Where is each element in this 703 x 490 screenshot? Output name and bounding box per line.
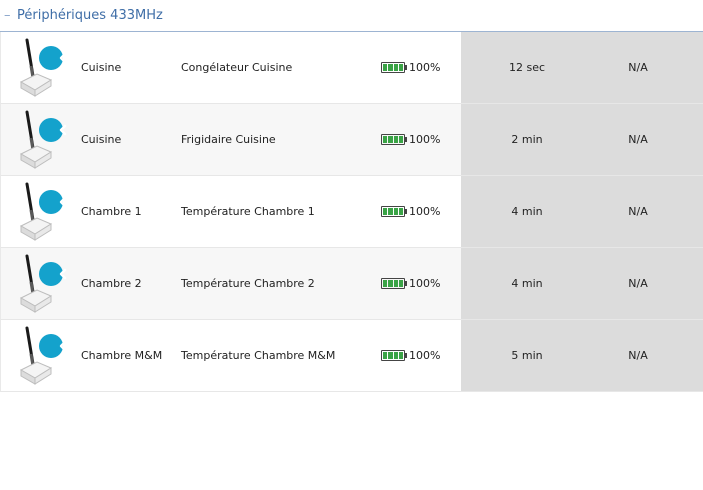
back-badge-icon[interactable] (39, 118, 67, 142)
device-state: N/A (593, 104, 703, 175)
battery-icon (381, 62, 407, 73)
device-row[interactable]: Cuisine Frigidaire Cuisine 100% 2 min N/… (0, 104, 703, 176)
device-row[interactable]: Chambre 1 Température Chambre 1 100% 4 m… (0, 176, 703, 248)
device-room: Cuisine (81, 133, 122, 146)
device-name: Température Chambre 1 (181, 205, 315, 218)
device-state: N/A (593, 32, 703, 103)
device-name: Température Chambre M&M (181, 349, 336, 362)
battery-icon (381, 278, 407, 289)
device-name: Température Chambre 2 (181, 277, 315, 290)
battery-status: 100% (381, 61, 461, 74)
device-room: Cuisine (81, 61, 122, 74)
device-state: N/A (593, 248, 703, 319)
device-row[interactable]: Chambre M&M Température Chambre M&M 100%… (0, 320, 703, 392)
battery-status: 100% (381, 349, 461, 362)
battery-icon (381, 350, 407, 361)
device-room: Chambre 1 (81, 205, 142, 218)
battery-status: 100% (381, 277, 461, 290)
last-seen: 5 min (461, 320, 593, 391)
device-row[interactable]: Cuisine Congélateur Cuisine 100% 12 sec … (0, 32, 703, 104)
battery-percentage: 100% (409, 349, 441, 362)
back-badge-icon[interactable] (39, 262, 67, 286)
battery-percentage: 100% (409, 277, 441, 290)
device-thumbnail (1, 104, 81, 175)
back-badge-icon[interactable] (39, 46, 67, 70)
device-thumbnail (1, 320, 81, 391)
device-row[interactable]: Chambre 2 Température Chambre 2 100% 4 m… (0, 248, 703, 320)
device-thumbnail (1, 176, 81, 247)
battery-icon (381, 134, 407, 145)
last-seen: 4 min (461, 176, 593, 247)
battery-icon (381, 206, 407, 217)
device-room: Chambre M&M (81, 349, 163, 362)
device-name: Congélateur Cuisine (181, 61, 293, 74)
last-seen: 2 min (461, 104, 593, 175)
last-seen: 12 sec (461, 32, 593, 103)
back-badge-icon[interactable] (39, 334, 67, 358)
device-state: N/A (593, 176, 703, 247)
device-name: Frigidaire Cuisine (181, 133, 276, 146)
section-title: Périphériques 433MHz (17, 8, 163, 23)
battery-status: 100% (381, 133, 461, 146)
battery-percentage: 100% (409, 61, 441, 74)
back-badge-icon[interactable] (39, 190, 67, 214)
battery-percentage: 100% (409, 205, 441, 218)
device-table: Cuisine Congélateur Cuisine 100% 12 sec … (0, 32, 703, 392)
device-state: N/A (593, 320, 703, 391)
device-thumbnail (1, 32, 81, 103)
last-seen: 4 min (461, 248, 593, 319)
collapse-icon[interactable]: – (4, 8, 16, 23)
device-room: Chambre 2 (81, 277, 142, 290)
battery-percentage: 100% (409, 133, 441, 146)
section-header[interactable]: – Périphériques 433MHz (0, 0, 703, 32)
battery-status: 100% (381, 205, 461, 218)
device-thumbnail (1, 248, 81, 319)
